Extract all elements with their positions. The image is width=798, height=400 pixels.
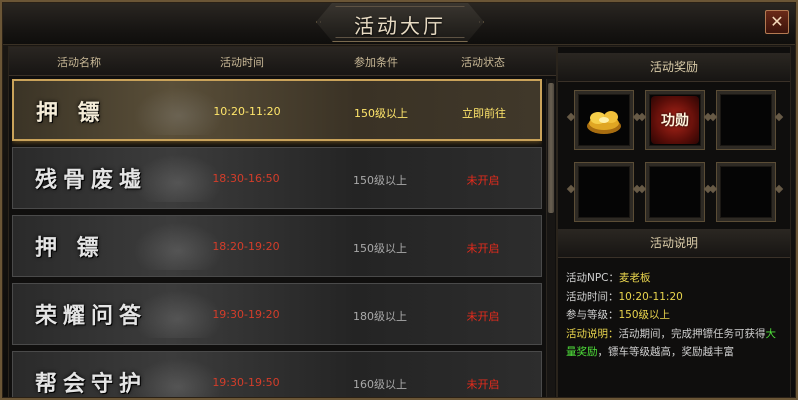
activity-row-ruins[interactable]: 残骨废墟 18:30-16:50 150级以上 未开启 bbox=[12, 147, 542, 209]
time-value: 10:20-11:20 bbox=[618, 290, 683, 303]
activity-hall-window: 活动大厅 ✕ 活动名称 活动时间 参加条件 活动状态 押 镖 10:20-11:… bbox=[0, 0, 798, 400]
title-bar: 活动大厅 ✕ bbox=[0, 0, 798, 45]
npc-value: 麦老板 bbox=[619, 272, 651, 284]
activity-name: 帮会守护 bbox=[35, 371, 148, 397]
activity-condition: 160级以上 bbox=[353, 378, 407, 391]
npc-line: 活动NPC：麦老板 bbox=[566, 269, 784, 288]
reward-slot-6[interactable] bbox=[717, 163, 775, 221]
title-plaque: 活动大厅 bbox=[316, 2, 484, 42]
activity-condition: 150级以上 bbox=[353, 242, 407, 255]
desc-label: 活动说明： bbox=[566, 327, 619, 340]
activity-status: 未开启 bbox=[466, 174, 500, 187]
rewards-header-label: 活动奖励 bbox=[649, 60, 698, 74]
level-value: 150级以上 bbox=[618, 309, 671, 321]
activity-status: 未开启 bbox=[466, 242, 500, 255]
reward-slot-5[interactable] bbox=[646, 163, 704, 221]
activity-rows: 押 镖 10:20-11:20 150级以上 立即前往 残骨废墟 18:30-1… bbox=[12, 79, 542, 400]
activity-row-escort[interactable]: 押 镖 10:20-11:20 150级以上 立即前往 bbox=[12, 79, 542, 141]
activity-row-guild-guard[interactable]: 帮会守护 19:30-19:50 160级以上 未开启 bbox=[12, 351, 542, 400]
desc-highlight-1: 大 bbox=[765, 327, 777, 340]
activity-time: 19:30-19:50 bbox=[212, 376, 280, 389]
activity-name: 残骨废墟 bbox=[35, 167, 148, 193]
activity-time: 19:30-19:20 bbox=[212, 308, 280, 321]
desc-text-1: 活动期间，完成押镖任务可获得 bbox=[618, 327, 766, 340]
reward-slot-1[interactable] bbox=[575, 91, 633, 149]
detail-panel: 活动奖励 功勋 活动说明 活动NPC：麦老板 活动时间：10:20-11:20 … bbox=[557, 46, 791, 400]
reward-slot-4[interactable] bbox=[575, 163, 633, 221]
time-line: 活动时间：10:20-11:20 bbox=[566, 288, 784, 307]
close-button[interactable]: ✕ bbox=[765, 10, 789, 34]
description-header-label: 活动说明 bbox=[649, 236, 698, 250]
activity-status-link[interactable]: 立即前往 bbox=[444, 105, 524, 121]
description-text: 活动说明：活动期间，完成押镖任务可获得大量奖励，镖车等级越高，奖励越丰富 bbox=[566, 325, 784, 362]
header-condition: 参加条件 bbox=[354, 56, 398, 69]
header-activity-time: 活动时间 bbox=[220, 56, 264, 69]
header-activity-name: 活动名称 bbox=[57, 56, 101, 69]
scrollbar-thumb[interactable] bbox=[548, 83, 554, 213]
activity-time: 18:20-19:20 bbox=[212, 240, 280, 253]
activity-condition: 150级以上 bbox=[354, 107, 408, 120]
activity-condition: 150级以上 bbox=[353, 174, 407, 187]
level-line: 参与等级：150级以上 bbox=[566, 306, 784, 325]
desc-text-2: ，镖车等级越高，奖励越丰富 bbox=[597, 346, 735, 358]
header-status: 活动状态 bbox=[461, 56, 505, 69]
activity-description: 活动NPC：麦老板 活动时间：10:20-11:20 参与等级：150级以上 活… bbox=[566, 269, 784, 362]
reward-slot-3[interactable] bbox=[717, 91, 775, 149]
level-label: 参与等级： bbox=[566, 309, 619, 321]
desc-highlight-2: 量奖励 bbox=[566, 346, 598, 358]
list-header-row: 活动名称 活动时间 参加条件 活动状态 bbox=[9, 47, 556, 76]
description-header: 活动说明 bbox=[558, 229, 790, 258]
gold-ingot-icon bbox=[587, 111, 621, 134]
rewards-header: 活动奖励 bbox=[558, 53, 790, 82]
activity-row-quiz[interactable]: 荣耀问答 19:30-19:20 180级以上 未开启 bbox=[12, 283, 542, 345]
reward-slot-2[interactable]: 功勋 bbox=[646, 91, 704, 149]
activity-name: 荣耀问答 bbox=[35, 303, 148, 329]
activity-status: 未开启 bbox=[466, 310, 500, 323]
time-label: 活动时间： bbox=[566, 290, 619, 303]
activity-time: 10:20-11:20 bbox=[213, 105, 281, 118]
activity-name: 押 镖 bbox=[36, 100, 106, 126]
activity-row-escort-2[interactable]: 押 镖 18:20-19:20 150级以上 未开启 bbox=[12, 215, 542, 277]
activity-time: 18:30-16:50 bbox=[212, 172, 280, 185]
list-scrollbar[interactable] bbox=[546, 79, 555, 400]
window-title: 活动大厅 bbox=[354, 14, 446, 38]
merit-icon: 功勋 bbox=[651, 96, 699, 144]
npc-label: 活动NPC： bbox=[566, 272, 620, 284]
merit-icon-label: 功勋 bbox=[661, 113, 689, 129]
activity-name: 押 镖 bbox=[35, 235, 105, 261]
activity-condition: 180级以上 bbox=[353, 310, 407, 323]
activity-status: 未开启 bbox=[466, 378, 500, 391]
activity-list-panel: 活动名称 活动时间 参加条件 活动状态 押 镖 10:20-11:20 150级… bbox=[8, 46, 557, 400]
